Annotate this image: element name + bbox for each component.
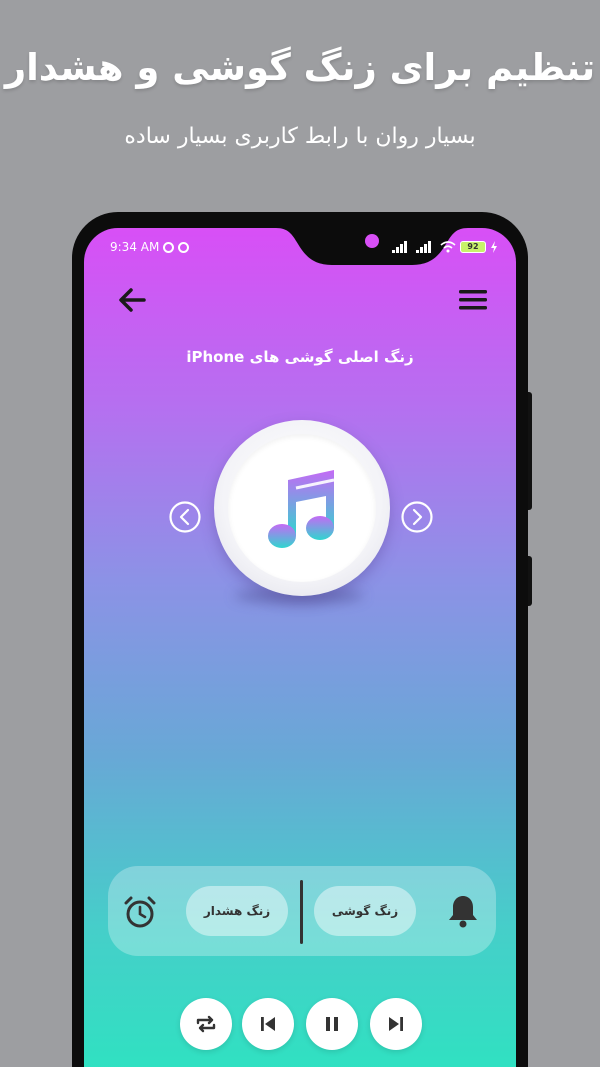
- notification-icon-2: [178, 241, 190, 253]
- signal-icon-2: [416, 241, 431, 253]
- charging-icon: [491, 241, 497, 253]
- promo-title: تنظیم برای زنگ گوشی و هشدار: [4, 46, 596, 89]
- hamburger-menu-icon[interactable]: [456, 284, 490, 316]
- next-icon[interactable]: [370, 998, 422, 1050]
- wifi-icon: [440, 241, 456, 253]
- set-alarm-button[interactable]: زنگ هشدار: [186, 886, 288, 936]
- track-title: زنگ اصلی گوشی های iPhone: [186, 348, 414, 366]
- status-bar: 9:34 AM 92: [110, 238, 498, 256]
- battery-icon: 92: [460, 241, 486, 253]
- set-ringtone-button[interactable]: زنگ گوشی: [314, 886, 416, 936]
- repeat-icon[interactable]: [180, 998, 232, 1050]
- music-note-icon: [264, 466, 344, 552]
- arrow-left-icon[interactable]: [114, 282, 150, 318]
- artwork-disc: [214, 420, 390, 596]
- artwork-disc-inner: [228, 434, 376, 582]
- status-time: 9:34 AM: [110, 240, 160, 254]
- chevron-left-icon[interactable]: [168, 500, 202, 534]
- ringtone-action-panel: زنگ هشدار زنگ گوشی: [108, 866, 496, 956]
- alarm-clock-icon[interactable]: [122, 894, 158, 930]
- notification-icon: [163, 241, 175, 253]
- panel-divider: [300, 880, 303, 944]
- previous-icon[interactable]: [242, 998, 294, 1050]
- bell-icon[interactable]: [444, 892, 482, 930]
- signal-icon: [392, 241, 407, 253]
- chevron-right-icon[interactable]: [400, 500, 434, 534]
- pause-icon[interactable]: [306, 998, 358, 1050]
- promo-subtitle: بسیار روان با رابط کاربری بسیار ساده: [124, 124, 476, 149]
- app-screen: 9:34 AM 92 زنگ اصلی گوشی های iPhone زنگ …: [84, 228, 516, 1067]
